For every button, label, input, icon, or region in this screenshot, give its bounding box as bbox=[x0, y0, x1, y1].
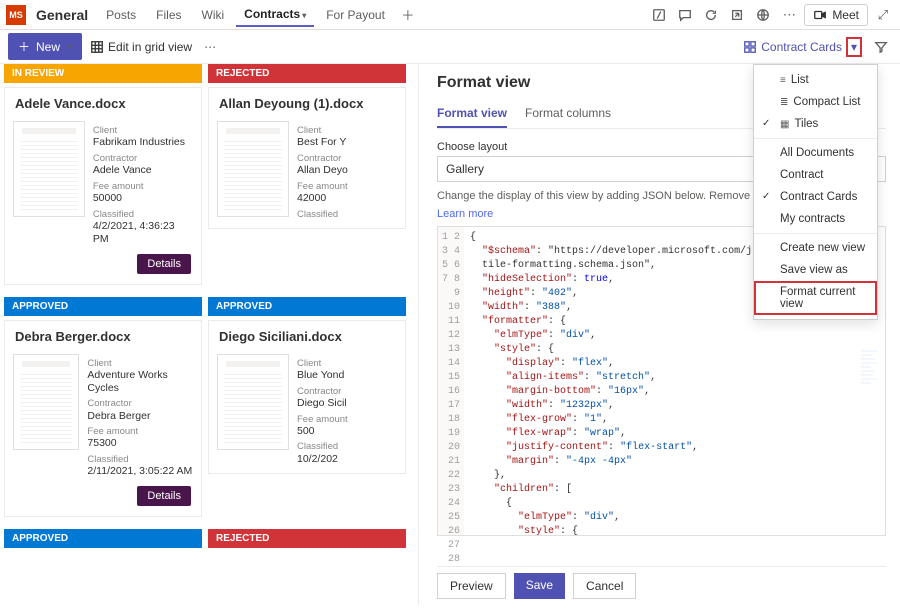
contract-card[interactable]: Adele Vance.docx ClientFabrikam Industri… bbox=[4, 87, 202, 285]
cancel-button[interactable]: Cancel bbox=[573, 573, 636, 599]
dd-format-current-view[interactable]: Format current view bbox=[754, 281, 877, 315]
channel-name: General bbox=[36, 7, 88, 23]
tab-posts[interactable]: Posts bbox=[98, 4, 144, 26]
card-meta: ClientAdventure Works Cycles ContractorD… bbox=[87, 354, 193, 479]
dd-all-documents[interactable]: All Documents bbox=[754, 142, 877, 164]
globe-icon[interactable] bbox=[752, 4, 774, 26]
doc-thumbnail bbox=[13, 121, 85, 217]
dd-my-contracts[interactable]: My contracts bbox=[754, 208, 877, 230]
status-header-in-review: IN REVIEW bbox=[4, 64, 202, 83]
dd-contract[interactable]: Contract bbox=[754, 164, 877, 186]
refresh-icon[interactable] bbox=[700, 4, 722, 26]
doc-thumbnail bbox=[217, 121, 289, 217]
card-meta: ClientBlue Yond ContractorDiego Sicil Fe… bbox=[297, 354, 348, 466]
command-bar: ＋ New ▾ Edit in grid view ⋯ Contract Car… bbox=[0, 30, 900, 64]
card-meta: ClientFabrikam Industries ContractorAdel… bbox=[93, 121, 193, 246]
status-header-rejected: REJECTED bbox=[208, 64, 406, 83]
view-dropdown-toggle[interactable]: ▾ bbox=[846, 37, 862, 57]
gallery-pane: IN REVIEW Adele Vance.docx ClientFabrika… bbox=[0, 64, 418, 605]
card-title: Adele Vance.docx bbox=[5, 88, 201, 115]
status-header-approved: APPROVED bbox=[208, 297, 406, 316]
add-tab-button[interactable]: ＋ bbox=[397, 4, 419, 26]
meet-button[interactable]: Meet bbox=[804, 4, 868, 26]
card-title: Diego Siciliani.docx bbox=[209, 321, 405, 348]
meet-label: Meet bbox=[832, 8, 859, 22]
edit-grid-label: Edit in grid view bbox=[108, 40, 192, 54]
dd-list[interactable]: ≡List bbox=[754, 69, 877, 91]
new-button[interactable]: ＋ New ▾ bbox=[8, 33, 82, 60]
doc-thumbnail bbox=[13, 354, 79, 450]
details-button[interactable]: Details bbox=[137, 254, 191, 274]
tab-contracts[interactable]: Contracts▾ bbox=[236, 3, 314, 27]
list-icon: ≡ bbox=[780, 75, 786, 86]
details-button[interactable]: Details bbox=[137, 486, 191, 506]
tiles-icon: ▦ bbox=[780, 119, 789, 130]
app-badge: MS bbox=[6, 5, 26, 25]
dd-contract-cards[interactable]: Contract Cards bbox=[754, 186, 877, 208]
expand-icon[interactable]: ⤢ bbox=[872, 4, 894, 26]
open-icon[interactable] bbox=[726, 4, 748, 26]
status-header-rejected: REJECTED bbox=[208, 529, 406, 548]
dd-divider bbox=[754, 138, 877, 139]
tab-for-payout[interactable]: For Payout bbox=[318, 4, 393, 26]
contract-card[interactable]: Debra Berger.docx ClientAdventure Works … bbox=[4, 320, 202, 518]
tab-wiki[interactable]: Wiki bbox=[194, 4, 233, 26]
view-dropdown: ≡List ≣Compact List ▦Tiles All Documents… bbox=[753, 64, 878, 320]
status-header-approved: APPROVED bbox=[4, 529, 202, 548]
dd-save-view-as[interactable]: Save view as bbox=[754, 259, 877, 281]
contract-card[interactable]: Diego Siciliani.docx ClientBlue Yond Con… bbox=[208, 320, 406, 475]
chevron-down-icon: ▾ bbox=[302, 11, 306, 20]
new-label: New bbox=[36, 40, 60, 54]
chevron-down-icon: ▾ bbox=[68, 42, 72, 51]
top-bar: MS General Posts Files Wiki Contracts▾ F… bbox=[0, 0, 900, 30]
preview-button[interactable]: Preview bbox=[437, 573, 506, 599]
learn-more-link[interactable]: Learn more bbox=[437, 208, 493, 220]
view-name: Contract Cards bbox=[761, 40, 842, 54]
contract-card[interactable]: Allan Deyoung (1).docx ClientBest For Y … bbox=[208, 87, 406, 229]
more-commands[interactable]: ⋯ bbox=[200, 40, 220, 54]
line-gutter: 1 2 3 4 5 6 7 8 9 10 11 12 13 14 15 16 1… bbox=[438, 227, 464, 535]
panel-footer: Preview Save Cancel bbox=[437, 566, 886, 605]
more-icon[interactable]: ⋯ bbox=[778, 4, 800, 26]
card-meta: ClientBest For Y ContractorAllan Deyo Fe… bbox=[297, 121, 348, 220]
edit-grid-button[interactable]: Edit in grid view bbox=[90, 40, 192, 54]
save-button[interactable]: Save bbox=[514, 573, 565, 599]
card-title: Allan Deyoung (1).docx bbox=[209, 88, 405, 115]
doc-thumbnail bbox=[217, 354, 289, 450]
tab-settings-icon[interactable] bbox=[648, 4, 670, 26]
tab-format-view[interactable]: Format view bbox=[437, 102, 507, 128]
compact-list-icon: ≣ bbox=[780, 97, 788, 108]
card-title: Debra Berger.docx bbox=[5, 321, 201, 348]
dd-divider bbox=[754, 233, 877, 234]
tab-contracts-label: Contracts bbox=[244, 7, 300, 21]
tab-files[interactable]: Files bbox=[148, 4, 189, 26]
dd-create-new-view[interactable]: Create new view bbox=[754, 237, 877, 259]
filter-icon[interactable] bbox=[870, 36, 892, 58]
view-switcher[interactable]: Contract Cards ▾ bbox=[743, 37, 862, 57]
dd-tiles[interactable]: ▦Tiles bbox=[754, 113, 877, 135]
dd-compact-list[interactable]: ≣Compact List bbox=[754, 91, 877, 113]
tab-format-columns[interactable]: Format columns bbox=[525, 102, 611, 128]
status-header-approved: APPROVED bbox=[4, 297, 202, 316]
chat-icon[interactable] bbox=[674, 4, 696, 26]
